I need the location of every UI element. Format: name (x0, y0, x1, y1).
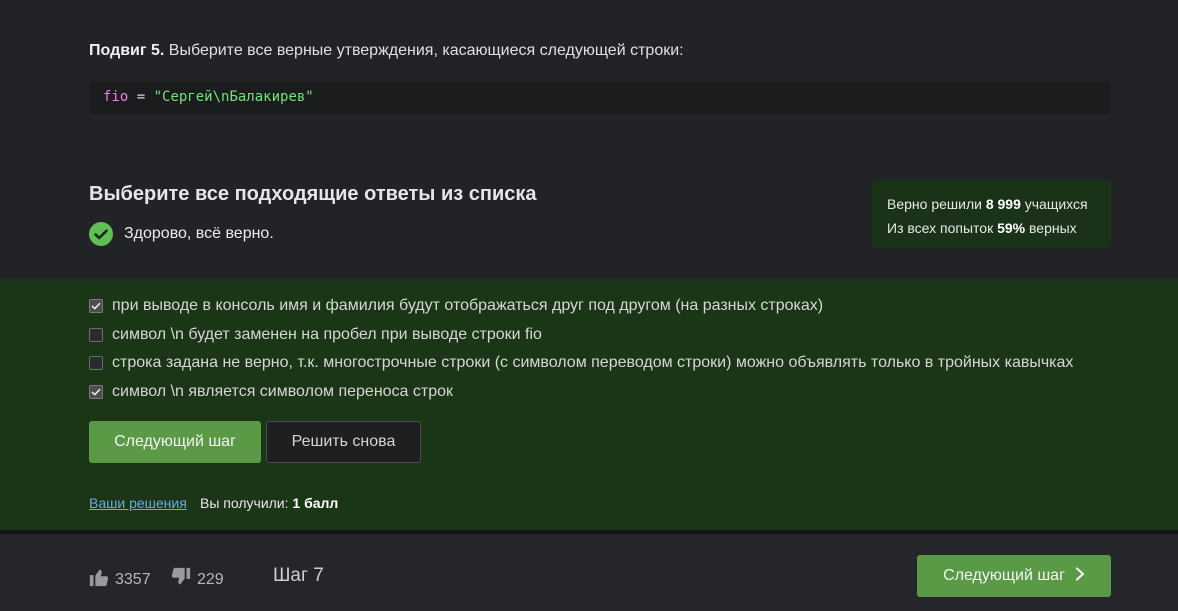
dislike-button[interactable]: 229 (170, 566, 224, 593)
next-step-button[interactable]: Следующий шаг (89, 421, 261, 463)
thumbs-up-icon (88, 566, 110, 593)
code-string: "Сергей\nБалакирев" (153, 89, 314, 105)
stats-solved-suffix: учащихся (1020, 196, 1088, 212)
retry-button[interactable]: Решить снова (266, 421, 421, 463)
dislike-count: 229 (197, 570, 224, 588)
stats-panel: Верно решили 8 999 учащихся Из всех попы… (872, 180, 1111, 248)
success-check-icon (89, 222, 113, 246)
code-operator: = (128, 89, 154, 105)
checkbox-checked-icon[interactable] (89, 385, 103, 399)
answer-option-label: символ \n является символом переноса стр… (112, 383, 454, 400)
stats-percent: 59% (997, 220, 1026, 236)
checkbox-unchecked-icon[interactable] (89, 356, 103, 370)
score-text: Вы получили: 1 балл (200, 495, 338, 511)
like-count: 3357 (115, 570, 151, 588)
answer-option-label: строка задана не верно, т.к. многострочн… (112, 354, 1074, 371)
answer-option-label: символ \n будет заменен на пробел при вы… (112, 326, 542, 343)
stats-attempts-suffix: верных (1025, 220, 1077, 236)
code-variable: fio (103, 89, 129, 105)
stats-solved: Верно решили 8 999 учащихся (887, 192, 1096, 216)
result-message: Здорово, всё верно. (89, 222, 274, 246)
result-text: Здорово, всё верно. (124, 225, 274, 242)
answer-option-4[interactable]: символ \n является символом переноса стр… (89, 383, 453, 401)
answers-panel (0, 279, 1178, 530)
step-indicator: Шаг 7 (273, 565, 324, 586)
chevron-right-icon (1075, 566, 1085, 586)
task-title: Подвиг 5. (89, 42, 165, 59)
score-value: 1 балл (292, 495, 339, 511)
answer-option-3[interactable]: строка задана не верно, т.к. многострочн… (89, 354, 1073, 372)
answer-option-label: при выводе в консоль имя и фамилия будут… (112, 297, 824, 314)
footer-next-step-button[interactable]: Следующий шаг (917, 555, 1111, 597)
thumbs-down-icon (170, 566, 192, 593)
stats-solved-label: Верно решили (887, 196, 986, 212)
task-statement: Подвиг 5. Выберите все верные утверждени… (89, 42, 684, 60)
code-block: fio = "Сергей\nБалакирев" (89, 81, 1111, 114)
footer-next-step-label: Следующий шаг (943, 567, 1065, 584)
answer-option-1[interactable]: при выводе в консоль имя и фамилия будут… (89, 297, 823, 315)
your-solutions-link[interactable]: Ваши решения (89, 495, 187, 511)
task-text: Выберите все верные утверждения, касающи… (164, 42, 684, 59)
quiz-title: Выберите все подходящие ответы из списка (89, 183, 537, 205)
stats-solved-count: 8 999 (985, 196, 1021, 212)
checkbox-checked-icon[interactable] (89, 299, 103, 313)
answer-option-2[interactable]: символ \n будет заменен на пробел при вы… (89, 326, 542, 344)
checkbox-unchecked-icon[interactable] (89, 328, 103, 342)
stats-attempts: Из всех попыток 59% верных (887, 216, 1096, 240)
like-button[interactable]: 3357 (88, 566, 151, 593)
stats-attempts-label: Из всех попыток (887, 220, 998, 236)
score-label: Вы получили: (200, 495, 293, 511)
